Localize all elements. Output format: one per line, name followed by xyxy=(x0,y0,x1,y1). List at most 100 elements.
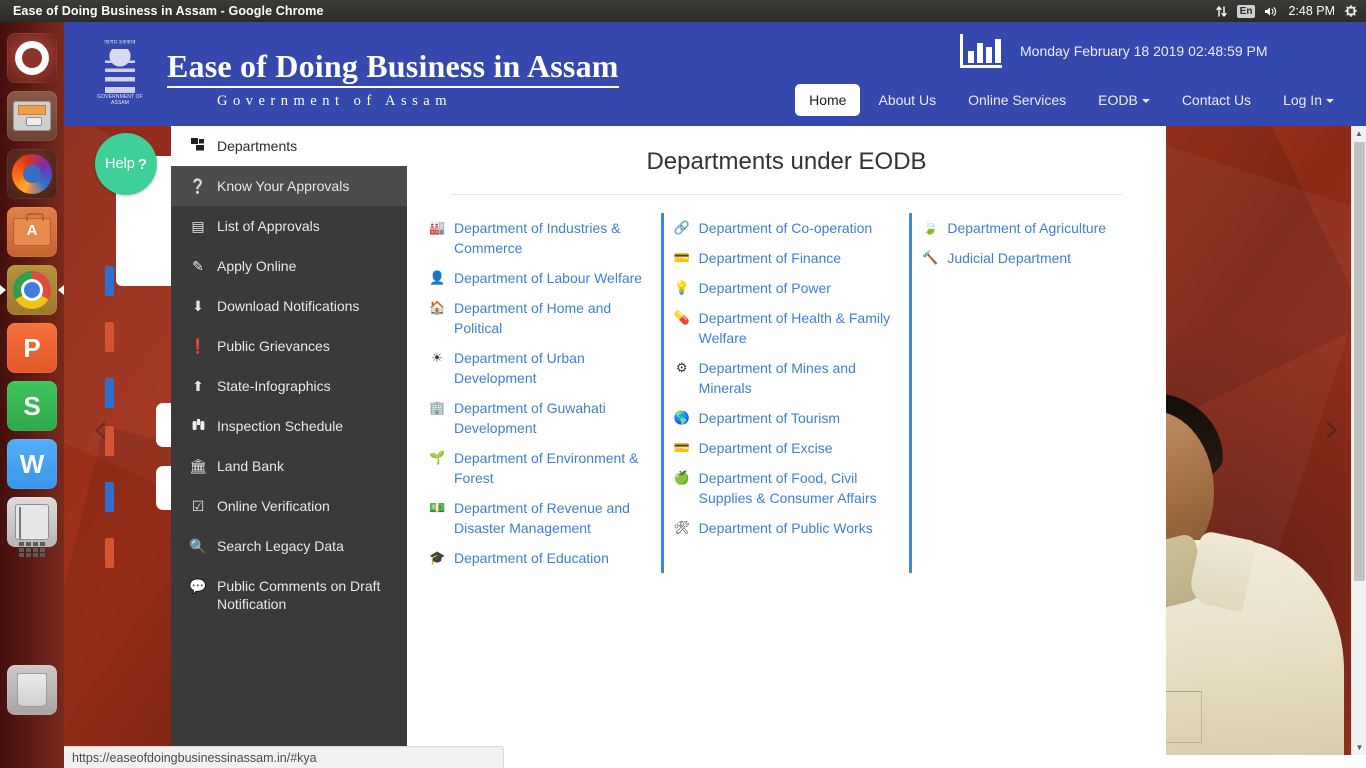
nav-item-home[interactable]: Home xyxy=(795,84,860,116)
dept-link-finance[interactable]: 💳 Department of Finance xyxy=(668,243,906,273)
site-nav: Home About Us Online Services EODB Conta… xyxy=(795,84,1348,116)
departments-grid: 🏭 Department of Industries & Commerce 👤 … xyxy=(407,195,1166,573)
launcher-item-trash[interactable] xyxy=(7,665,57,715)
dept-link-guwahati-development[interactable]: 🏢 Department of Guwahati Development xyxy=(419,393,657,443)
sidebar-item-departments-label: Departments xyxy=(217,137,297,155)
question-circle-icon: ❔ xyxy=(189,177,207,195)
sidebar-item-search-legacy-data-label: Search Legacy Data xyxy=(217,537,344,555)
works-icon: 🛠 xyxy=(674,518,690,538)
sidebar-item-online-verification[interactable]: ☑ Online Verification xyxy=(171,486,407,526)
lightbulb-icon: 💡 xyxy=(674,278,690,298)
emblem-caption: GOVERNMENT OF ASSAM xyxy=(92,94,148,107)
sidebar-item-list-of-approvals[interactable]: ▤ List of Approvals xyxy=(171,206,407,246)
check-square-icon: ☑ xyxy=(189,497,207,515)
nav-item-online-services[interactable]: Online Services xyxy=(954,84,1080,116)
sidebar-item-know-your-approvals[interactable]: ❔ Know Your Approvals xyxy=(171,166,407,206)
sidebar-item-know-your-approvals-label: Know Your Approvals xyxy=(217,177,349,195)
sidebar-item-inspection-schedule[interactable]: Inspection Schedule xyxy=(171,406,407,446)
calculator-icon xyxy=(15,504,49,540)
dept-link-public-works[interactable]: 🛠 Department of Public Works xyxy=(668,513,906,543)
page-title: Departments under EODB xyxy=(407,126,1166,194)
launcher-item-wps-presentation[interactable]: P xyxy=(7,323,57,373)
nav-item-log-in[interactable]: Log In xyxy=(1269,84,1348,116)
edit-icon: ✎ xyxy=(189,257,207,275)
launcher-item-wps-spreadsheet[interactable]: S xyxy=(7,381,57,431)
sidebar-item-apply-online[interactable]: ✎ Apply Online xyxy=(171,246,407,286)
dept-link-excise[interactable]: 💳 Department of Excise xyxy=(668,433,906,463)
dept-link-environment-forest[interactable]: 🌱 Department of Environment & Forest xyxy=(419,443,657,493)
nav-item-eodb[interactable]: EODB xyxy=(1084,84,1164,116)
dept-link-industries-commerce[interactable]: 🏭 Department of Industries & Commerce xyxy=(419,213,657,263)
dept-link-education[interactable]: 🎓 Department of Education xyxy=(419,543,657,573)
site-brand[interactable]: Ease of Doing Business in Assam Governme… xyxy=(167,48,619,110)
dept-link-health-family-welfare[interactable]: 💊 Department of Health & Family Welfare xyxy=(668,303,906,353)
card-icon: 💳 xyxy=(674,438,690,458)
launcher-item-ubuntu-dash[interactable] xyxy=(7,33,57,83)
volume-icon[interactable] xyxy=(1264,5,1279,18)
dept-link-home-political[interactable]: 🏠 Department of Home and Political xyxy=(419,293,657,343)
side-accent-tab-1 xyxy=(105,266,114,296)
dept-link-agriculture[interactable]: 🍃 Department of Agriculture xyxy=(916,213,1154,243)
departments-column-1: 🏭 Department of Industries & Commerce 👤 … xyxy=(415,213,661,573)
sidebar-item-land-bank-label: Land Bank xyxy=(217,457,284,475)
sidebar-item-public-comments[interactable]: 💬 Public Comments on Draft Notification xyxy=(171,566,407,624)
sidebar-item-public-comments-label: Public Comments on Draft Notification xyxy=(217,577,393,613)
side-accent-tab-2 xyxy=(105,322,114,352)
launcher-item-firefox[interactable] xyxy=(7,149,57,199)
amazon-briefcase-icon xyxy=(13,218,51,246)
dept-link-tourism[interactable]: 🌎 Department of Tourism xyxy=(668,403,906,433)
nav-item-contact-us[interactable]: Contact Us xyxy=(1168,84,1265,116)
scroll-up-arrow-icon[interactable]: ▲ xyxy=(1352,126,1366,141)
eodb-sidebar-menu: Departments ❔ Know Your Approvals ▤ List… xyxy=(171,126,407,755)
sidebar-item-public-grievances-label: Public Grievances xyxy=(217,337,330,355)
system-tray: En 2:48 PM xyxy=(1215,4,1366,18)
site-title: Ease of Doing Business in Assam xyxy=(167,48,619,88)
help-button[interactable]: Help ? xyxy=(95,133,157,195)
bank-icon: 🏛 xyxy=(189,457,207,475)
keyboard-language-indicator[interactable]: En xyxy=(1237,5,1256,18)
sidebar-item-search-legacy-data[interactable]: 🔍 Search Legacy Data xyxy=(171,526,407,566)
scrollbar-thumb[interactable] xyxy=(1354,142,1365,581)
dept-link-revenue-disaster[interactable]: 💵 Department of Revenue and Disaster Man… xyxy=(419,493,657,543)
carousel-next-icon[interactable]: › xyxy=(1323,408,1340,450)
sidebar-item-land-bank[interactable]: 🏛 Land Bank xyxy=(171,446,407,486)
money-icon: 💵 xyxy=(429,498,445,518)
clock[interactable]: 2:48 PM xyxy=(1288,4,1335,18)
gear-icon: ⚙ xyxy=(674,358,690,378)
dept-link-power[interactable]: 💡 Department of Power xyxy=(668,273,906,303)
ashoka-pillar-icon xyxy=(105,49,135,93)
launcher-item-calculator[interactable] xyxy=(7,497,57,547)
nav-item-about-us[interactable]: About Us xyxy=(864,84,950,116)
header-right-group: Monday February 18 2019 02:48:59 PM You … xyxy=(924,34,1366,68)
launcher-item-google-chrome[interactable] xyxy=(7,265,57,315)
sidebar-item-state-infographics-label: State-Infographics xyxy=(217,377,331,395)
city-icon: ☀ xyxy=(429,348,445,368)
dept-link-judicial[interactable]: 🔨 Judicial Department xyxy=(916,243,1154,273)
list-icon: ▤ xyxy=(189,217,207,235)
sidebar-item-download-notifications[interactable]: ⬇ Download Notifications xyxy=(171,286,407,326)
scroll-down-arrow-icon[interactable]: ▼ xyxy=(1352,740,1366,755)
power-gear-icon[interactable] xyxy=(1344,4,1358,18)
dept-link-co-operation[interactable]: 🔗 Department of Co-operation xyxy=(668,213,906,243)
sidebar-item-state-infographics[interactable]: ⬆ State-Infographics xyxy=(171,366,407,406)
medkit-icon: 💊 xyxy=(674,308,690,328)
launcher-item-files[interactable] xyxy=(7,91,57,141)
bar-chart-icon[interactable] xyxy=(960,34,1002,68)
sidebar-item-departments[interactable]: Departments xyxy=(171,126,407,166)
dept-link-urban-development[interactable]: ☀ Department of Urban Development xyxy=(419,343,657,393)
chrome-icon xyxy=(13,271,51,309)
dept-link-mines-minerals[interactable]: ⚙ Department of Mines and Minerals xyxy=(668,353,906,403)
dept-link-labour-welfare[interactable]: 👤 Department of Labour Welfare xyxy=(419,263,657,293)
page-scrollbar[interactable]: ▲ ▼ xyxy=(1351,126,1366,755)
network-updown-icon[interactable] xyxy=(1215,5,1228,18)
building-icon: 🏢 xyxy=(429,398,445,418)
dept-link-food-civil-supplies[interactable]: 🍏 Department of Food, Civil Supplies & C… xyxy=(668,463,906,513)
departments-panel: Departments under EODB 🏭 Department of I… xyxy=(407,126,1166,755)
assam-government-emblem: অসম চৰকাৰ GOVERNMENT OF ASSAM xyxy=(92,40,148,112)
launcher-item-wps-writer[interactable]: W xyxy=(7,439,57,489)
side-accent-tab-6 xyxy=(105,538,114,568)
sidebar-item-public-grievances[interactable]: ❗ Public Grievances xyxy=(171,326,407,366)
chevron-down-icon xyxy=(1326,99,1334,103)
departments-icon xyxy=(189,137,207,155)
launcher-item-amazon[interactable] xyxy=(7,207,57,257)
